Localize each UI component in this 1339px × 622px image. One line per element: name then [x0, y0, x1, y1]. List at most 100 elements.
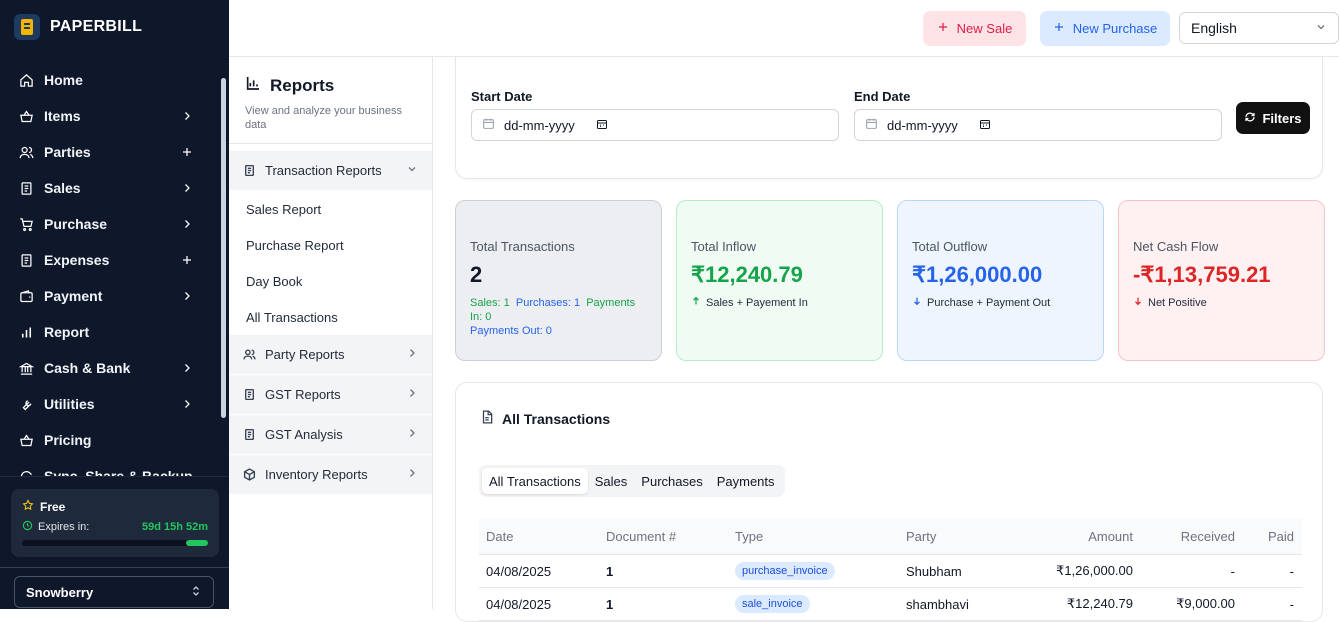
sidebar-nav: Home Items Parties Sales Purchase Expens…	[0, 62, 218, 476]
column-header[interactable]: Paid	[1268, 519, 1294, 554]
arrow-down-icon	[912, 296, 922, 309]
sidebar-item-payment[interactable]: Payment	[0, 278, 218, 314]
app-logo	[14, 14, 40, 40]
app-name: PAPERBILL	[50, 18, 143, 35]
sidebar-scrollbar[interactable]	[221, 78, 226, 418]
report-group-transaction[interactable]: Transaction Reports	[229, 151, 432, 191]
sidebar-item-label: Items	[44, 108, 81, 124]
report-group-gst-analysis[interactable]: GST Analysis	[229, 415, 432, 455]
column-header[interactable]: Amount	[1088, 519, 1133, 554]
sidebar-item-label: Payment	[44, 288, 103, 304]
company-switcher[interactable]: Snowberry	[14, 576, 214, 608]
sidebar-item-cash-bank[interactable]: Cash & Bank	[0, 350, 218, 386]
sync-icon	[18, 468, 34, 476]
chevron-right-icon[interactable]	[180, 397, 194, 411]
column-header[interactable]: Date	[486, 519, 513, 554]
plus-icon[interactable]	[180, 145, 194, 159]
bar-chart-icon	[18, 324, 34, 340]
users-icon	[18, 144, 34, 160]
stat-desc-text: Purchase + Payment Out	[927, 296, 1051, 309]
report-group-label: Inventory Reports	[265, 467, 368, 482]
new-sale-button[interactable]: New Sale	[923, 11, 1026, 46]
chevron-right-icon[interactable]	[180, 109, 194, 123]
chevron-right-icon	[406, 427, 418, 442]
start-date-input[interactable]: dd-mm-yyyy	[471, 109, 839, 141]
table-header: Date Document # Type Party Amount Receiv…	[479, 519, 1302, 555]
tab-payments[interactable]: Payments	[710, 468, 782, 494]
filters-button[interactable]: Filters	[1236, 102, 1310, 134]
new-purchase-label: New Purchase	[1072, 21, 1158, 36]
clock-icon	[22, 520, 33, 534]
report-group-party[interactable]: Party Reports	[229, 335, 432, 375]
breakdown-purchases: Purchases: 1	[515, 297, 581, 309]
report-group-inventory[interactable]: Inventory Reports	[229, 455, 432, 495]
report-group-label: GST Reports	[265, 387, 341, 402]
date-picker-icon[interactable]	[596, 118, 608, 133]
transactions-title: All Transactions	[502, 410, 611, 427]
stat-title: Total Outflow	[912, 239, 988, 254]
chevron-right-icon[interactable]	[180, 361, 194, 375]
transactions-card: All Transactions All Transactions Sales …	[455, 382, 1323, 622]
cell-date: 04/08/2025	[486, 563, 552, 579]
sidebar-item-label: Cash & Bank	[44, 360, 131, 376]
calendar-icon	[482, 117, 495, 133]
sidebar-item-home[interactable]: Home	[0, 62, 218, 98]
report-link-purchase[interactable]: Purchase Report	[229, 227, 432, 263]
cell-party: Shubham	[906, 563, 962, 579]
report-group-label: Transaction Reports	[265, 163, 382, 178]
sidebar-item-utilities[interactable]: Utilities	[0, 386, 218, 422]
sidebar-item-parties[interactable]: Parties	[0, 134, 218, 170]
plan-card: Free Expires in: 59d 15h 52m	[11, 489, 219, 557]
sidebar-item-sales[interactable]: Sales	[0, 170, 218, 206]
column-header[interactable]: Received	[1181, 519, 1235, 554]
brand[interactable]: PAPERBILL	[14, 14, 142, 40]
cell-amount: ₹12,240.79	[1066, 596, 1133, 611]
new-purchase-button[interactable]: New Purchase	[1040, 11, 1170, 46]
plan-name: Free	[40, 499, 66, 514]
cell-paid: -	[1289, 563, 1294, 579]
bar-chart-icon	[245, 75, 261, 96]
language-select[interactable]: English	[1179, 12, 1339, 44]
stat-title: Total Inflow	[691, 239, 757, 254]
stat-total-outflow: Total Outflow ₹1,26,000.00 Purchase + Pa…	[897, 200, 1104, 361]
sidebar-item-report[interactable]: Report	[0, 314, 218, 350]
table-row[interactable]: 04/08/2025 1 purchase_invoice Shubham ₹1…	[479, 555, 1302, 588]
tab-sales[interactable]: Sales	[588, 468, 635, 494]
column-header[interactable]: Type	[735, 519, 763, 554]
sidebar-item-pricing[interactable]: Pricing	[0, 422, 218, 458]
sidebar-item-items[interactable]: Items	[0, 98, 218, 134]
stat-value: ₹12,240.79	[691, 262, 803, 287]
table-row[interactable]: 04/08/2025 1 sale_invoice shambhavi ₹12,…	[479, 588, 1302, 621]
sidebar-item-label: Home	[44, 72, 83, 88]
breakdown-sales: Sales: 1	[470, 297, 510, 309]
column-header[interactable]: Party	[906, 519, 936, 554]
chevron-right-icon[interactable]	[180, 181, 194, 195]
report-link-day-book[interactable]: Day Book	[229, 263, 432, 299]
cell-document: 1	[606, 563, 614, 579]
chevron-right-icon[interactable]	[180, 217, 194, 231]
chevron-down-icon	[406, 163, 418, 178]
calendar-icon	[865, 117, 878, 133]
date-picker-icon[interactable]	[979, 118, 991, 133]
report-link-sales[interactable]: Sales Report	[229, 191, 432, 227]
column-header[interactable]: Document #	[606, 519, 676, 554]
stat-value: ₹1,26,000.00	[912, 262, 1043, 287]
file-icon	[480, 410, 494, 427]
report-group-gst[interactable]: GST Reports	[229, 375, 432, 415]
bank-icon	[18, 360, 34, 376]
tab-all-transactions[interactable]: All Transactions	[482, 468, 588, 494]
sidebar-item-purchase[interactable]: Purchase	[0, 206, 218, 242]
cell-received: ₹9,000.00	[1176, 596, 1235, 611]
expires-remaining: 59d 15h 52m	[141, 521, 208, 533]
sidebar-item-expenses[interactable]: Expenses	[0, 242, 218, 278]
plus-icon[interactable]	[180, 253, 194, 267]
sidebar-item-sync-share-backup[interactable]: Sync, Share & Backup	[0, 458, 218, 476]
tab-purchases[interactable]: Purchases	[634, 468, 709, 494]
stat-desc: Sales + Payement In	[691, 296, 868, 309]
divider	[0, 476, 229, 477]
report-link-all-transactions[interactable]: All Transactions	[229, 299, 432, 335]
main-content: Start Date dd-mm-yyyy End Date dd-mm-yyy…	[433, 57, 1339, 622]
wrench-icon	[18, 396, 34, 412]
chevron-right-icon[interactable]	[180, 289, 194, 303]
end-date-input[interactable]: dd-mm-yyyy	[854, 109, 1222, 141]
